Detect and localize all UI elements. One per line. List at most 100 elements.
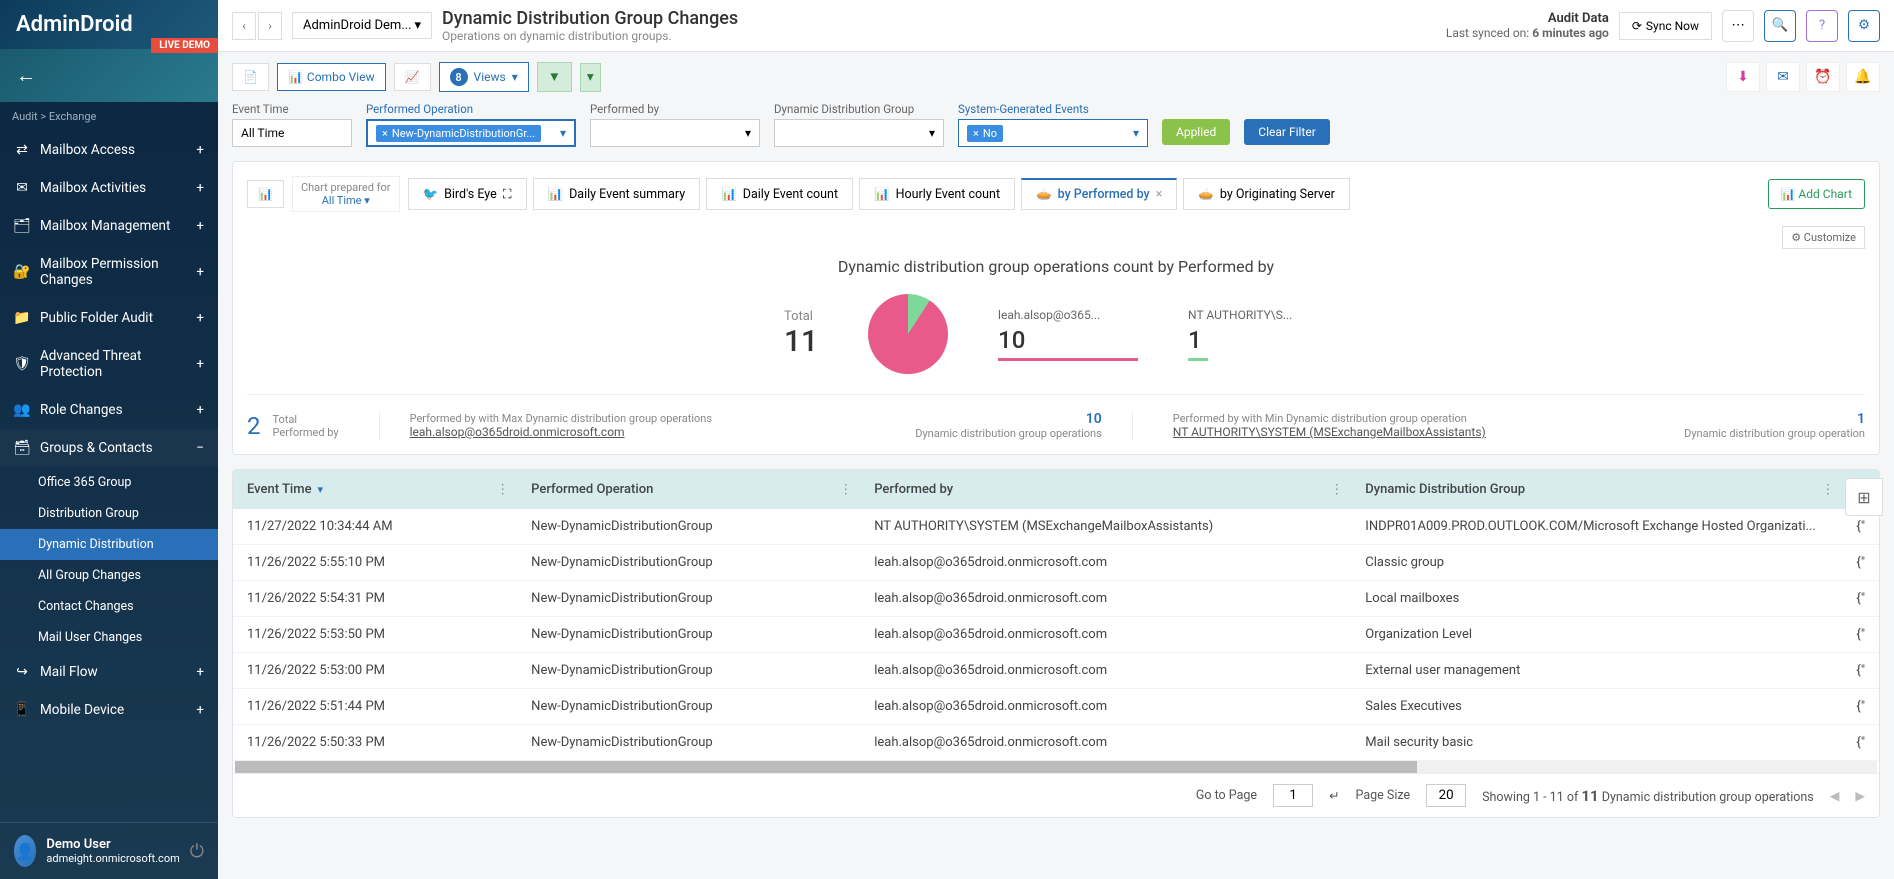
sync-now-button[interactable]: ⟳Sync Now xyxy=(1619,12,1712,40)
download-button[interactable]: ⬇ xyxy=(1726,62,1760,92)
table-row[interactable]: 11/26/2022 5:53:00 PMNew-DynamicDistribu… xyxy=(233,653,1879,689)
column-menu-icon[interactable]: ⋮ xyxy=(1330,482,1343,497)
table-settings-button[interactable]: ⊞ xyxy=(1845,478,1883,516)
filter-tag-sys[interactable]: × No xyxy=(967,125,1003,142)
main-content: ‹ › AdminDroid Dem... ▾ Dynamic Distribu… xyxy=(218,0,1894,879)
table-row[interactable]: 11/26/2022 5:55:10 PMNew-DynamicDistribu… xyxy=(233,545,1879,581)
chart-prep-info[interactable]: Chart prepared for All Time ▾ xyxy=(292,176,400,212)
power-icon[interactable]: ⏻ xyxy=(190,841,204,862)
sidebar-item-mailbox-access[interactable]: ⇄Mailbox Access+ xyxy=(0,131,218,169)
table-row[interactable]: 11/26/2022 5:51:44 PMNew-DynamicDistribu… xyxy=(233,689,1879,725)
chart-tab-daily-event-count[interactable]: 📊Daily Event count xyxy=(706,178,853,210)
expand-icon: + xyxy=(196,218,204,234)
table-cell: New-DynamicDistributionGroup xyxy=(517,581,860,617)
table-cell: New-DynamicDistributionGroup xyxy=(517,509,860,545)
filter-button[interactable]: ▼ xyxy=(537,62,572,92)
add-chart-button[interactable]: 📊 Add Chart xyxy=(1768,179,1866,209)
search-button[interactable]: 🔍 xyxy=(1764,10,1796,42)
page-input[interactable] xyxy=(1273,784,1313,807)
clear-filter-button[interactable]: Clear Filter xyxy=(1244,119,1330,145)
table-cell: Mail security basic xyxy=(1351,725,1842,761)
column-header-event-time[interactable]: Event Time▾⋮ xyxy=(233,470,517,509)
sidebar-sub-mail-user-changes[interactable]: Mail User Changes xyxy=(0,622,218,653)
sidebar-sub-office-group[interactable]: Office 365 Group xyxy=(0,467,218,498)
column-menu-icon[interactable]: ⋮ xyxy=(839,482,852,497)
filter-operation[interactable]: × New-DynamicDistributionGr... ▾ xyxy=(366,119,576,147)
chart-panel: 📊 Chart prepared for All Time ▾ 🐦Bird's … xyxy=(232,161,1880,455)
sidebar-item-mail-flow[interactable]: ↪Mail Flow+ xyxy=(0,653,218,691)
schedule-button[interactable]: ⏰ xyxy=(1806,62,1840,92)
views-button[interactable]: 8 Views ▾ xyxy=(439,62,529,92)
sidebar-item-role-changes[interactable]: 👥Role Changes+ xyxy=(0,391,218,429)
table-row[interactable]: 11/26/2022 5:54:31 PMNew-DynamicDistribu… xyxy=(233,581,1879,617)
column-menu-icon[interactable]: ⋮ xyxy=(496,482,509,497)
table-cell: 11/26/2022 5:53:50 PM xyxy=(233,617,517,653)
table-cell: New-DynamicDistributionGroup xyxy=(517,545,860,581)
email-button[interactable]: ✉ xyxy=(1766,62,1800,92)
filter-event-time[interactable]: All Time xyxy=(232,119,352,147)
live-demo-badge: LIVE DEMO xyxy=(151,38,218,53)
filter-dropdown-button[interactable]: ▾ xyxy=(580,63,601,92)
combo-view-button[interactable]: 📊 Combo View xyxy=(277,63,386,91)
settings-button[interactable]: ⚙ xyxy=(1848,10,1880,42)
table-cell: Organization Level xyxy=(1351,617,1842,653)
sidebar-item-mailbox-permission-changes[interactable]: 🔐Mailbox Permission Changes+ xyxy=(0,245,218,299)
filter-ddg[interactable]: ▾ xyxy=(774,119,944,147)
chart-tab-icon: 🐦 xyxy=(423,187,439,202)
table-row[interactable]: 11/26/2022 5:53:50 PMNew-DynamicDistribu… xyxy=(233,617,1879,653)
filter-sys-generated[interactable]: × No ▾ xyxy=(958,119,1148,147)
sidebar-item-advanced-threat-protection[interactable]: 🛡Advanced Threat Protection+ xyxy=(0,337,218,391)
back-button[interactable]: ← xyxy=(0,49,218,102)
sidebar-item-mailbox-management[interactable]: 🗂Mailbox Management+ xyxy=(0,207,218,245)
next-page-button[interactable]: ▶ xyxy=(1855,788,1865,804)
horizontal-scrollbar[interactable] xyxy=(235,761,1877,773)
chart-view-button[interactable]: 📈 xyxy=(394,63,431,91)
more-button[interactable]: ⋯ xyxy=(1722,10,1754,42)
sidebar-item-groups-contacts[interactable]: 🗃Groups & Contacts− xyxy=(0,429,218,467)
chart-tab-hourly-event-count[interactable]: 📊Hourly Event count xyxy=(859,178,1015,210)
sidebar-sub-dynamic-distribution[interactable]: Dynamic Distribution xyxy=(0,529,218,560)
customize-button[interactable]: ⚙ Customize xyxy=(1782,226,1865,249)
column-header-performed-operation[interactable]: Performed Operation⋮ xyxy=(517,470,860,509)
stat-max-link[interactable]: leah.alsop@o365droid.onmicrosoft.com xyxy=(410,425,625,439)
expand-icon: + xyxy=(196,180,204,196)
expand-icon: + xyxy=(196,264,204,280)
sidebar-sub-all-group-changes[interactable]: All Group Changes xyxy=(0,560,218,591)
table-footer: Go to Page ↵ Page Size Showing 1 - 11 of… xyxy=(233,773,1879,817)
column-menu-icon[interactable]: ⋮ xyxy=(1821,482,1834,497)
close-icon[interactable]: × xyxy=(1156,187,1163,202)
sidebar-sub-contact-changes[interactable]: Contact Changes xyxy=(0,591,218,622)
sidebar-item-public-folder-audit[interactable]: 📁Public Folder Audit+ xyxy=(0,299,218,337)
refresh-icon: ⟳ xyxy=(1632,19,1642,33)
org-selector[interactable]: AdminDroid Dem... ▾ xyxy=(292,12,432,39)
prev-page-button[interactable]: ◀ xyxy=(1830,788,1840,804)
chart-tab-by-originating-server[interactable]: 🥧by Originating Server xyxy=(1183,178,1350,210)
stat-min-link[interactable]: NT AUTHORITY\SYSTEM (MSExchangeMailboxAs… xyxy=(1173,425,1486,439)
goto-page-button[interactable]: ↵ xyxy=(1329,788,1339,804)
nav-forward-button[interactable]: › xyxy=(258,12,282,40)
nav-back-button[interactable]: ‹ xyxy=(232,12,256,40)
filter-performed-by[interactable]: ▾ xyxy=(590,119,760,147)
sidebar-item-mobile-device[interactable]: 📱Mobile Device+ xyxy=(0,691,218,729)
table-row[interactable]: 11/27/2022 10:34:44 AMNew-DynamicDistrib… xyxy=(233,509,1879,545)
chart-tab-bird-s-eye[interactable]: 🐦Bird's Eye ⛶ xyxy=(408,178,527,210)
doc-view-button[interactable]: 📄 xyxy=(232,63,269,91)
avatar[interactable]: 👤 xyxy=(14,835,36,867)
column-header-performed-by[interactable]: Performed by⋮ xyxy=(860,470,1351,509)
table-cell: New-DynamicDistributionGroup xyxy=(517,689,860,725)
sidebar-sub-distribution-group[interactable]: Distribution Group xyxy=(0,498,218,529)
table-cell: 11/26/2022 5:54:31 PM xyxy=(233,581,517,617)
help-button[interactable]: ? xyxy=(1806,10,1838,42)
filter-tag-operation[interactable]: × New-DynamicDistributionGr... xyxy=(376,125,541,142)
chart-tab-daily-event-summary[interactable]: 📊Daily Event summary xyxy=(533,178,701,210)
column-header-dynamic-distribution-group[interactable]: Dynamic Distribution Group⋮ xyxy=(1351,470,1842,509)
applied-button[interactable]: Applied xyxy=(1162,119,1230,145)
legend-value-0: 10 xyxy=(998,326,1138,354)
chart-tab-icon: 🥧 xyxy=(1198,187,1214,202)
pagesize-input[interactable] xyxy=(1426,784,1466,807)
sidebar-item-mailbox-activities[interactable]: ✉Mailbox Activities+ xyxy=(0,169,218,207)
table-row[interactable]: 11/26/2022 5:50:33 PMNew-DynamicDistribu… xyxy=(233,725,1879,761)
alert-button[interactable]: 🔔 xyxy=(1846,62,1880,92)
chart-tab-by-performed-by[interactable]: 🥧by Performed by × xyxy=(1021,178,1177,210)
chart-type-button[interactable]: 📊 xyxy=(247,180,284,208)
